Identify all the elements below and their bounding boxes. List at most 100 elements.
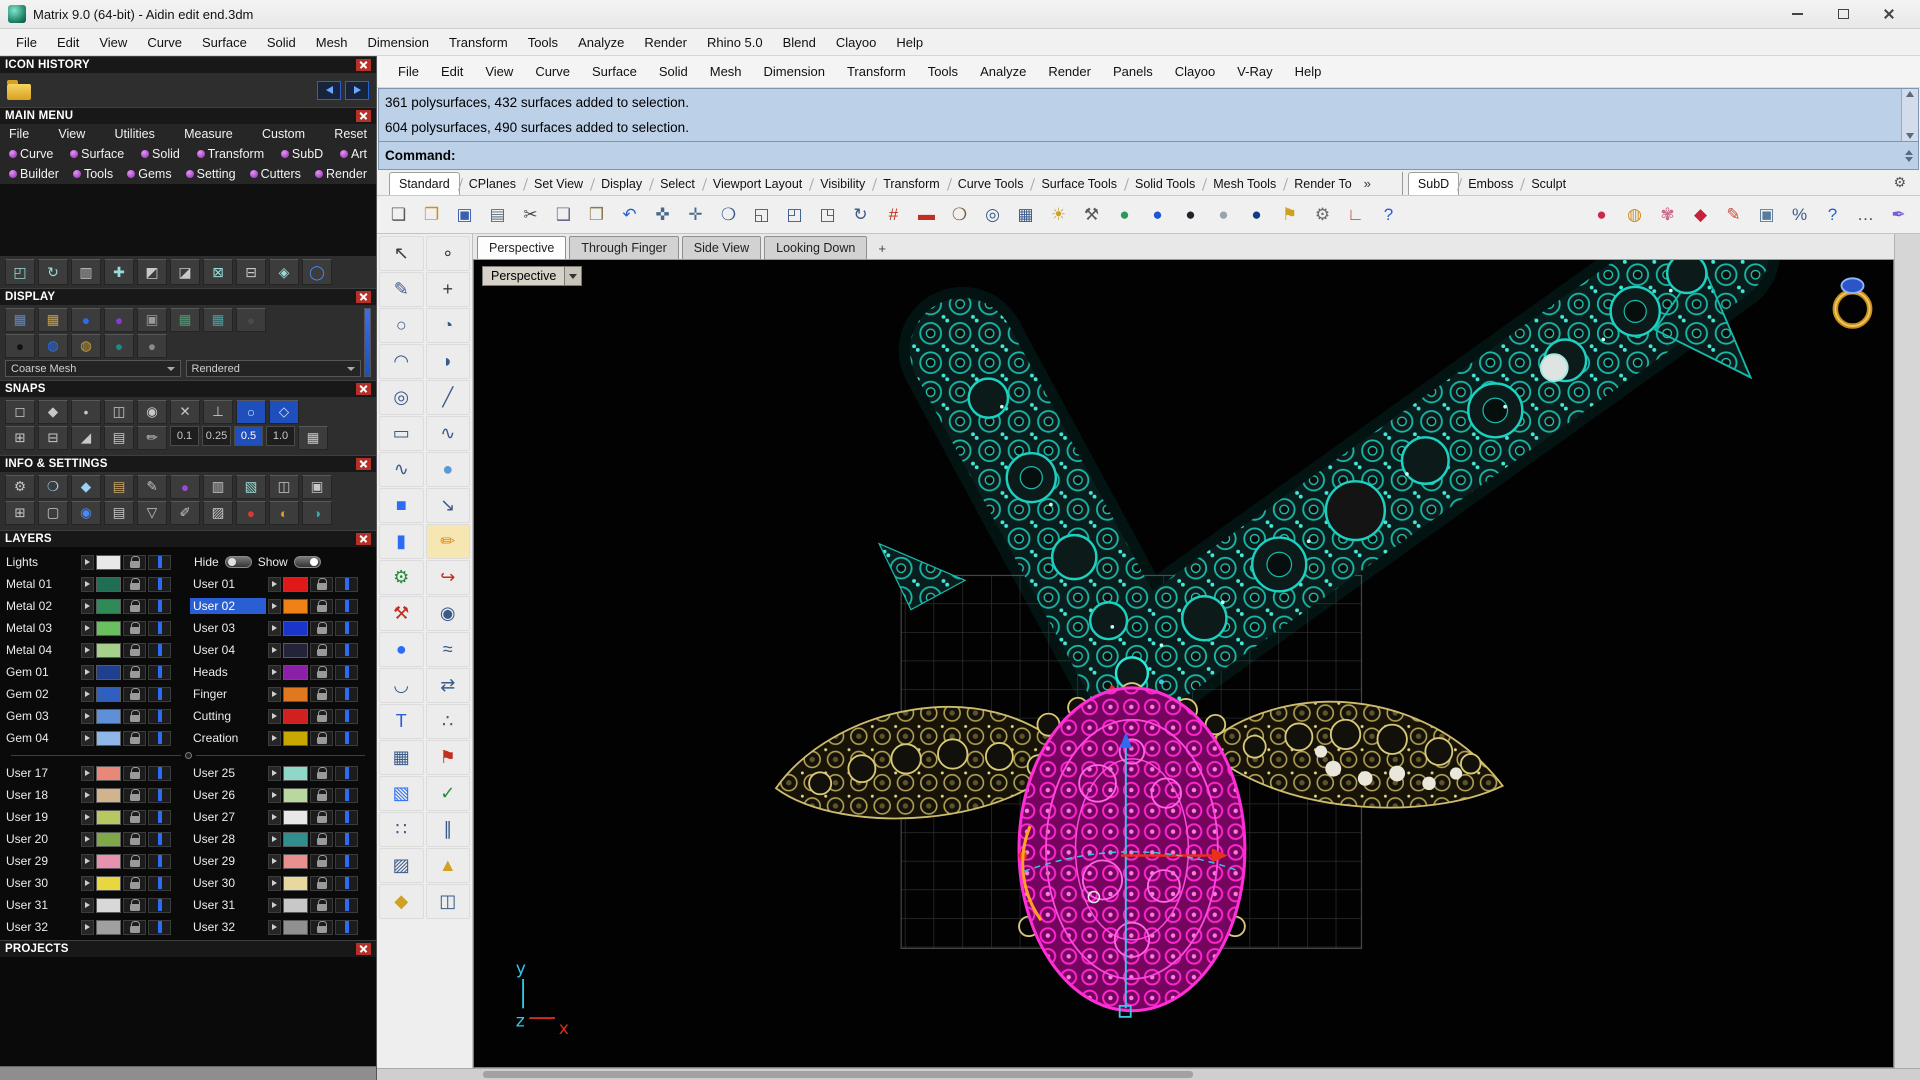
snap-quad-icon[interactable]: ◇ — [269, 400, 299, 424]
layer-expand-button[interactable] — [268, 620, 281, 636]
layer-color-swatch[interactable] — [96, 897, 121, 913]
command-prompt-label[interactable]: Command: — [379, 148, 1901, 163]
layer-visibility-button[interactable] — [335, 853, 358, 869]
monitor-mode-icon[interactable]: ▣ — [137, 308, 167, 332]
layer-name[interactable]: Lights — [3, 554, 79, 570]
menu-item[interactable]: Clayoo — [826, 32, 886, 53]
snap-near-icon[interactable]: ◆ — [38, 400, 68, 424]
layer-expand-button[interactable] — [268, 875, 281, 891]
hide-toggle[interactable] — [224, 556, 252, 568]
layer-visibility-button[interactable] — [335, 576, 358, 592]
layer-color-swatch[interactable] — [283, 576, 308, 592]
mirror-icon[interactable]: ◫ — [425, 884, 470, 919]
layer-color-swatch[interactable] — [96, 554, 121, 570]
main-menu-item[interactable]: View — [58, 127, 85, 141]
ring-gold-icon[interactable]: ◍ — [71, 334, 101, 358]
layer-lock-button[interactable] — [123, 787, 146, 803]
menu-item[interactable]: Transform — [439, 32, 518, 53]
layer-expand-button[interactable] — [81, 642, 94, 658]
layer-lock-button[interactable] — [123, 831, 146, 847]
main-menu-item[interactable]: Builder — [9, 167, 59, 181]
rows-info-icon[interactable]: ▥ — [203, 475, 233, 499]
layer-visibility-button[interactable] — [335, 897, 358, 913]
sphere-blue-icon[interactable]: ● — [1142, 200, 1173, 230]
layer-color-swatch[interactable] — [283, 853, 308, 869]
layer-lock-button[interactable] — [123, 730, 146, 746]
hammer-icon[interactable]: ⚒ — [379, 596, 424, 631]
layer-lock-button[interactable] — [123, 664, 146, 680]
layer-color-swatch[interactable] — [283, 686, 308, 702]
text-icon[interactable]: T — [379, 704, 424, 739]
layer-expand-button[interactable] — [81, 664, 94, 680]
menu-item[interactable]: Curve — [524, 60, 581, 83]
zoom-lens-icon[interactable]: ❍ — [944, 200, 975, 230]
profile-pen-icon[interactable]: ✎ — [1718, 200, 1749, 230]
layer-visibility-button[interactable] — [335, 708, 358, 724]
notebook-icon[interactable]: ▤ — [104, 475, 134, 499]
table-icon[interactable]: ⊞ — [5, 501, 35, 525]
layer-expand-button[interactable] — [81, 787, 94, 803]
zoom-selected-icon[interactable]: ◳ — [812, 200, 843, 230]
layer-lock-button[interactable] — [123, 853, 146, 869]
menu-item[interactable]: Render — [1037, 60, 1102, 83]
array-icon[interactable]: ▦ — [379, 740, 424, 775]
sphere-teal-icon[interactable]: ● — [104, 334, 134, 358]
perspective-viewport[interactable]: Perspective y z x — [473, 260, 1894, 1068]
layer-color-swatch[interactable] — [96, 765, 121, 781]
layer-visibility-button[interactable] — [335, 875, 358, 891]
close-panel-button[interactable] — [356, 943, 371, 955]
layer-color-swatch[interactable] — [96, 919, 121, 935]
menu-item[interactable]: Clayoo — [1164, 60, 1226, 83]
help-round-icon[interactable]: ? — [1817, 200, 1848, 230]
layer-lock-button[interactable] — [310, 897, 333, 913]
layer-lock-button[interactable] — [123, 554, 146, 570]
layer-visibility-button[interactable] — [335, 598, 358, 614]
layer-visibility-button[interactable] — [148, 708, 171, 724]
layer-name[interactable]: User 04 — [190, 642, 266, 658]
menu-item[interactable]: Panels — [1102, 60, 1164, 83]
check-icon[interactable]: ✓ — [425, 776, 470, 811]
layer-visibility-button[interactable] — [335, 787, 358, 803]
main-menu-item[interactable]: Setting — [186, 167, 236, 181]
layer-visibility-button[interactable] — [148, 875, 171, 891]
panel-info-icon[interactable]: ▣ — [302, 475, 332, 499]
layer-color-swatch[interactable] — [283, 708, 308, 724]
side-toolbar-tab[interactable]: SubD — [1407, 172, 1460, 195]
texture-icon[interactable]: ▧ — [236, 475, 266, 499]
toolbar-tab[interactable]: Visibility — [811, 173, 874, 195]
layer-name[interactable]: User 25 — [190, 765, 266, 781]
layer-lock-button[interactable] — [310, 708, 333, 724]
sphere-icon[interactable]: ● — [379, 632, 424, 667]
sphere-dark-icon[interactable]: ● — [1175, 200, 1206, 230]
globe-icon[interactable]: ◉ — [71, 501, 101, 525]
layer-expand-button[interactable] — [268, 765, 281, 781]
compass-icon[interactable]: ◔ — [425, 308, 470, 343]
tab-overflow-chevron[interactable]: » — [1361, 172, 1374, 195]
layer-expand-button[interactable] — [268, 598, 281, 614]
purple-ball-icon[interactable]: ● — [170, 475, 200, 499]
pencil-icon[interactable]: ✏ — [425, 524, 470, 559]
half-teal-icon[interactable]: ◑ — [302, 501, 332, 525]
layer-visibility-button[interactable] — [335, 686, 358, 702]
layer-name[interactable]: User 28 — [190, 831, 266, 847]
layer-visibility-button[interactable] — [335, 831, 358, 847]
layer-visibility-button[interactable] — [148, 620, 171, 636]
gem-red-icon[interactable]: ◆ — [1685, 200, 1716, 230]
layer-name[interactable]: Finger — [190, 686, 266, 702]
layer-expand-button[interactable] — [268, 853, 281, 869]
layer-color-swatch[interactable] — [96, 620, 121, 636]
show-toggle[interactable] — [293, 556, 321, 568]
layer-lock-button[interactable] — [310, 664, 333, 680]
snap-cen-icon[interactable]: ◉ — [137, 400, 167, 424]
scrollbar-thumb[interactable] — [483, 1071, 1193, 1078]
layer-lock-button[interactable] — [310, 853, 333, 869]
toolbar-tab[interactable]: Surface Tools — [1032, 173, 1126, 195]
scroll-down-icon[interactable] — [1906, 133, 1914, 139]
layer-visibility-button[interactable] — [148, 897, 171, 913]
dots-icon[interactable]: ∴ — [425, 704, 470, 739]
step-down-icon[interactable] — [1904, 156, 1913, 162]
layer-color-swatch[interactable] — [96, 853, 121, 869]
layer-expand-button[interactable] — [81, 919, 94, 935]
red-ball-icon[interactable]: ● — [236, 501, 266, 525]
approx-icon[interactable]: ≈ — [425, 632, 470, 667]
